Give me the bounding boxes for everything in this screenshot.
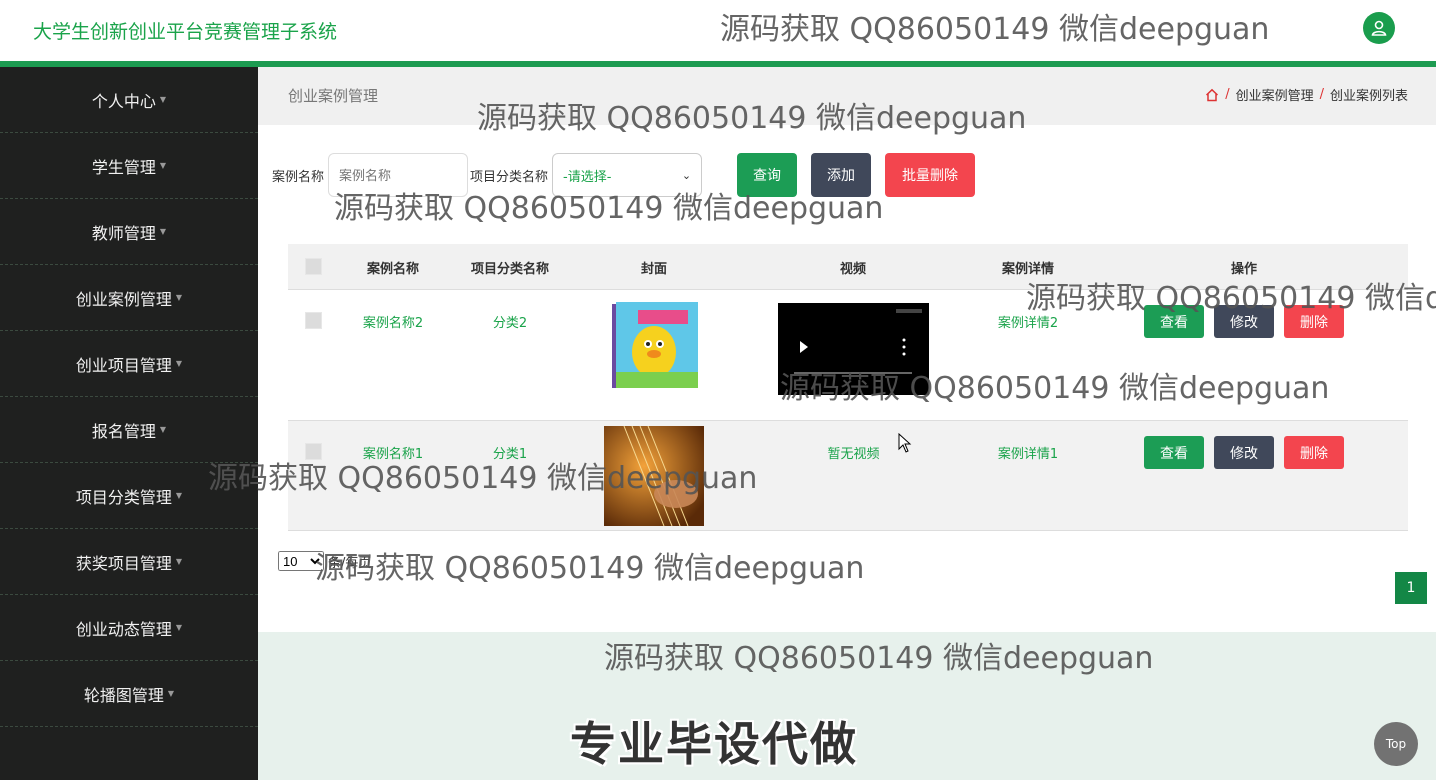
- sidebar-item-label: 创业案例管理: [75, 289, 172, 309]
- sidebar-item-label: 轮播图管理: [83, 685, 164, 705]
- breadcrumb-item: 创业案例列表: [1329, 89, 1408, 104]
- sidebar-item-profile[interactable]: 个人中心 ▼: [0, 67, 258, 133]
- guitar-cover-image: [604, 425, 704, 527]
- edit-button[interactable]: 修改: [1214, 305, 1274, 338]
- sidebar-item-label: 报名管理: [91, 421, 156, 441]
- view-button[interactable]: 查看: [1144, 305, 1204, 338]
- delete-button[interactable]: 删除: [1284, 436, 1344, 469]
- sidebar-item-registration[interactable]: 报名管理 ▼: [0, 397, 258, 463]
- case-name-cell: 案例名称2: [362, 316, 424, 331]
- category-cell: 分类1: [492, 447, 528, 462]
- case-detail-cell: 案例详情1: [997, 447, 1059, 462]
- category-label: 项目分类名称: [470, 169, 549, 185]
- column-header: 项目分类名称: [470, 262, 549, 277]
- video-cell: 暂无视频: [827, 447, 880, 462]
- sidebar-item-projects[interactable]: 创业项目管理 ▼: [0, 331, 258, 397]
- sidebar-item-label: 学生管理: [91, 157, 156, 177]
- case-name-cell: 案例名称1: [362, 447, 424, 462]
- column-header: 封面: [640, 262, 667, 277]
- sidebar-item-cases[interactable]: 创业案例管理 ▼: [0, 265, 258, 331]
- chevron-down-icon: ⌄: [681, 168, 692, 182]
- caret-down-icon: ▼: [159, 95, 167, 104]
- user-avatar-button[interactable]: [1363, 12, 1395, 44]
- caret-down-icon: ▼: [159, 425, 167, 434]
- promo-banner-text: 专业毕设代做: [570, 717, 858, 771]
- row-checkbox[interactable]: [305, 312, 322, 329]
- column-header: 视频: [839, 262, 866, 277]
- table-row: 案例名称1 分类1 暂无视频 案例详情1 查看 修改 删除: [288, 420, 1408, 531]
- page-number-button[interactable]: 1: [1395, 572, 1427, 604]
- case-name-label: 案例名称: [272, 169, 325, 185]
- category-select[interactable]: -请选择- ⌄: [552, 153, 703, 197]
- breadcrumb-separator: /: [1225, 87, 1230, 102]
- search-button[interactable]: 查询: [737, 153, 798, 197]
- column-header: 案例详情: [1001, 262, 1054, 277]
- cover-image[interactable]: [610, 300, 700, 392]
- user-icon: [1371, 20, 1387, 36]
- caret-down-icon: ▼: [175, 359, 183, 368]
- top-header: 大学生创新创业平台竞赛管理子系统: [0, 0, 1436, 61]
- sidebar-item-categories[interactable]: 项目分类管理 ▼: [0, 463, 258, 529]
- edit-button[interactable]: 修改: [1214, 436, 1274, 469]
- category-select-value: -请选择-: [563, 169, 612, 185]
- app-title: 大学生创新创业平台竞赛管理子系统: [33, 21, 338, 43]
- back-to-top-button[interactable]: Top: [1374, 722, 1418, 766]
- category-cell: 分类2: [492, 316, 528, 331]
- case-name-input[interactable]: [328, 153, 469, 197]
- add-button[interactable]: 添加: [811, 153, 872, 197]
- video-player[interactable]: [778, 303, 929, 395]
- case-detail-cell: 案例详情2: [997, 316, 1059, 331]
- sidebar-item-awards[interactable]: 获奖项目管理 ▼: [0, 529, 258, 595]
- case-table: 案例名称 项目分类名称 封面 视频 案例详情 操作 案例名称2 分类2 案例详情…: [288, 244, 1408, 531]
- column-header: 操作: [1230, 262, 1257, 277]
- caret-down-icon: ▼: [175, 557, 183, 566]
- breadcrumb-item[interactable]: 创业案例管理: [1236, 85, 1314, 104]
- sidebar-item-students[interactable]: 学生管理 ▼: [0, 133, 258, 199]
- caret-down-icon: ▼: [175, 491, 183, 500]
- column-header: 案例名称: [366, 262, 419, 277]
- sidebar-item-label: 创业项目管理: [75, 355, 172, 375]
- sidebar-item-label: 教师管理: [91, 223, 156, 243]
- caret-down-icon: ▼: [159, 227, 167, 236]
- row-checkbox[interactable]: [305, 443, 322, 460]
- sidebar-item-label: 获奖项目管理: [75, 553, 172, 573]
- sidebar-item-news[interactable]: 创业动态管理 ▼: [0, 595, 258, 661]
- table-row: 案例名称2 分类2 案例详情2 查看 修改 删除: [288, 289, 1408, 420]
- caret-down-icon: ▼: [159, 161, 167, 170]
- page-size-suffix: 条/每页: [328, 555, 372, 571]
- breadcrumb: / 创业案例管理 / 创业案例列表: [1205, 85, 1408, 104]
- batch-delete-button[interactable]: 批量删除: [885, 153, 976, 197]
- play-icon: [800, 341, 808, 353]
- book-cover-image: [610, 300, 700, 392]
- view-button[interactable]: 查看: [1144, 436, 1204, 469]
- video-player-controls: [794, 309, 922, 374]
- caret-down-icon: ▼: [175, 623, 183, 632]
- sidebar-item-carousel[interactable]: 轮播图管理 ▼: [0, 661, 258, 727]
- breadcrumb-separator: /: [1319, 87, 1324, 102]
- select-all-checkbox[interactable]: [305, 258, 322, 275]
- page-size-control: 10 条/每页: [278, 551, 371, 571]
- delete-button[interactable]: 删除: [1284, 305, 1344, 338]
- caret-down-icon: ▼: [175, 293, 183, 302]
- app-root: 大学生创新创业平台竞赛管理子系统 个人中心 ▼ 学生管理 ▼ 教师管理 ▼ 创业案例管…: [0, 0, 1436, 780]
- caret-down-icon: ▼: [167, 689, 175, 698]
- sidebar-item-teachers[interactable]: 教师管理 ▼: [0, 199, 258, 265]
- cover-image[interactable]: [604, 425, 704, 527]
- filter-bar: 案例名称 项目分类名称 -请选择- ⌄ 查询 添加 批量删除: [272, 152, 976, 198]
- home-icon[interactable]: [1205, 88, 1219, 102]
- page-size-select[interactable]: 10: [278, 551, 324, 571]
- table-header: 案例名称 项目分类名称 封面 视频 案例详情 操作: [288, 244, 1408, 289]
- page-header: 创业案例管理 / 创业案例管理 / 创业案例列表: [258, 67, 1436, 125]
- sidebar-item-label: 创业动态管理: [75, 619, 172, 639]
- sidebar: 个人中心 ▼ 学生管理 ▼ 教师管理 ▼ 创业案例管理 ▼ 创业项目管理 ▼ 报名管理 ▼ …: [0, 67, 258, 780]
- sidebar-item-label: 项目分类管理: [75, 487, 172, 507]
- sidebar-item-label: 个人中心: [91, 91, 156, 111]
- page-title: 创业案例管理: [288, 87, 379, 105]
- mouse-cursor-icon: [898, 433, 912, 453]
- watermark-text: 源码获取 QQ86050149 微信deepguan: [315, 551, 865, 586]
